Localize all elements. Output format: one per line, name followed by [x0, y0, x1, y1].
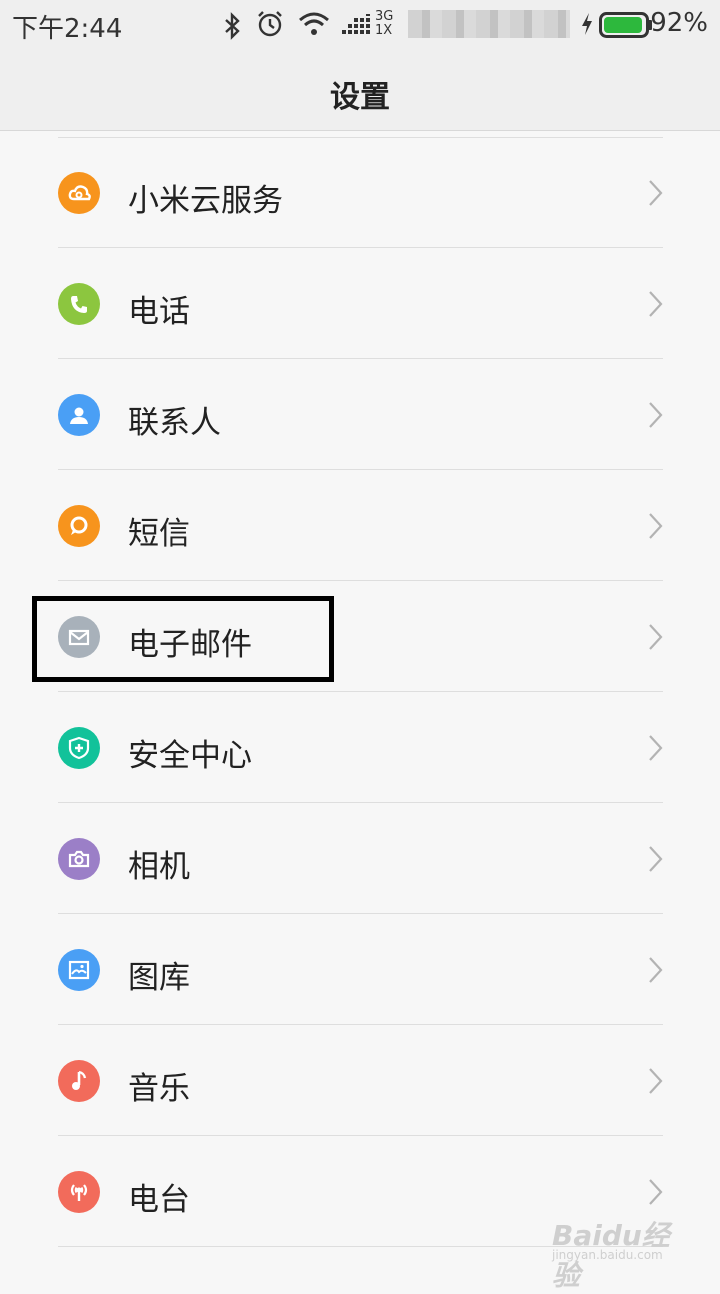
settings-item-label: 图库 [128, 960, 190, 996]
chevron-right-icon [648, 1067, 664, 1099]
chevron-right-icon [648, 401, 664, 433]
chevron-right-icon [648, 734, 664, 766]
chevron-right-icon [648, 1178, 664, 1210]
chevron-right-icon [648, 290, 664, 322]
chevron-right-icon [648, 179, 664, 211]
chevron-right-icon [648, 845, 664, 877]
settings-item[interactable]: 音乐 [0, 1025, 720, 1136]
settings-item[interactable]: 小米云服务 [0, 137, 720, 248]
status-time: 下午2:44 [12, 14, 123, 44]
wifi-icon [298, 12, 330, 40]
page-title: 设置 [330, 80, 390, 115]
camera-icon [58, 838, 100, 880]
settings-item[interactable]: 相机 [0, 803, 720, 914]
signal-icon [342, 14, 374, 40]
chevron-right-icon [648, 623, 664, 655]
chevron-right-icon [648, 956, 664, 988]
gallery-icon [58, 949, 100, 991]
battery-icon [599, 12, 653, 42]
phone-icon [58, 283, 100, 325]
message-icon [58, 505, 100, 547]
settings-item[interactable]: 图库 [0, 914, 720, 1025]
settings-item-label: 电话 [128, 294, 190, 330]
chevron-right-icon [648, 512, 664, 544]
radio-icon [58, 1171, 100, 1213]
highlight-box [32, 596, 334, 682]
settings-item-label: 电台 [128, 1182, 190, 1218]
settings-item-label: 短信 [128, 516, 190, 552]
settings-item-label: 安全中心 [128, 738, 252, 774]
settings-item-label: 联系人 [128, 405, 221, 441]
settings-item[interactable]: 联系人 [0, 359, 720, 470]
settings-item-label: 相机 [128, 849, 190, 885]
settings-item[interactable]: 安全中心 [0, 692, 720, 803]
settings-item[interactable]: 短信 [0, 470, 720, 581]
settings-item[interactable]: 电话 [0, 248, 720, 359]
settings-item-label: 小米云服务 [128, 183, 283, 219]
alarm-icon [256, 10, 284, 42]
cloud-icon [58, 172, 100, 214]
bluetooth-icon [222, 12, 244, 44]
contact-icon [58, 394, 100, 436]
battery-percent: 92% [650, 8, 708, 38]
network-type: 3G 1X [375, 9, 394, 38]
baidu-watermark: Baidu经验 jingyan.baidu.com [552, 1214, 682, 1292]
title-bar: 设置 [0, 50, 720, 131]
settings-item-label: 音乐 [128, 1071, 190, 1107]
music-icon [58, 1060, 100, 1102]
blurred-carrier-region [408, 10, 570, 38]
status-bar: 下午2:44 3G 1X 92% [0, 0, 720, 50]
charging-icon [580, 12, 594, 40]
watermark-sub: jingyan.baidu.com [552, 1248, 663, 1262]
shield-icon [58, 727, 100, 769]
